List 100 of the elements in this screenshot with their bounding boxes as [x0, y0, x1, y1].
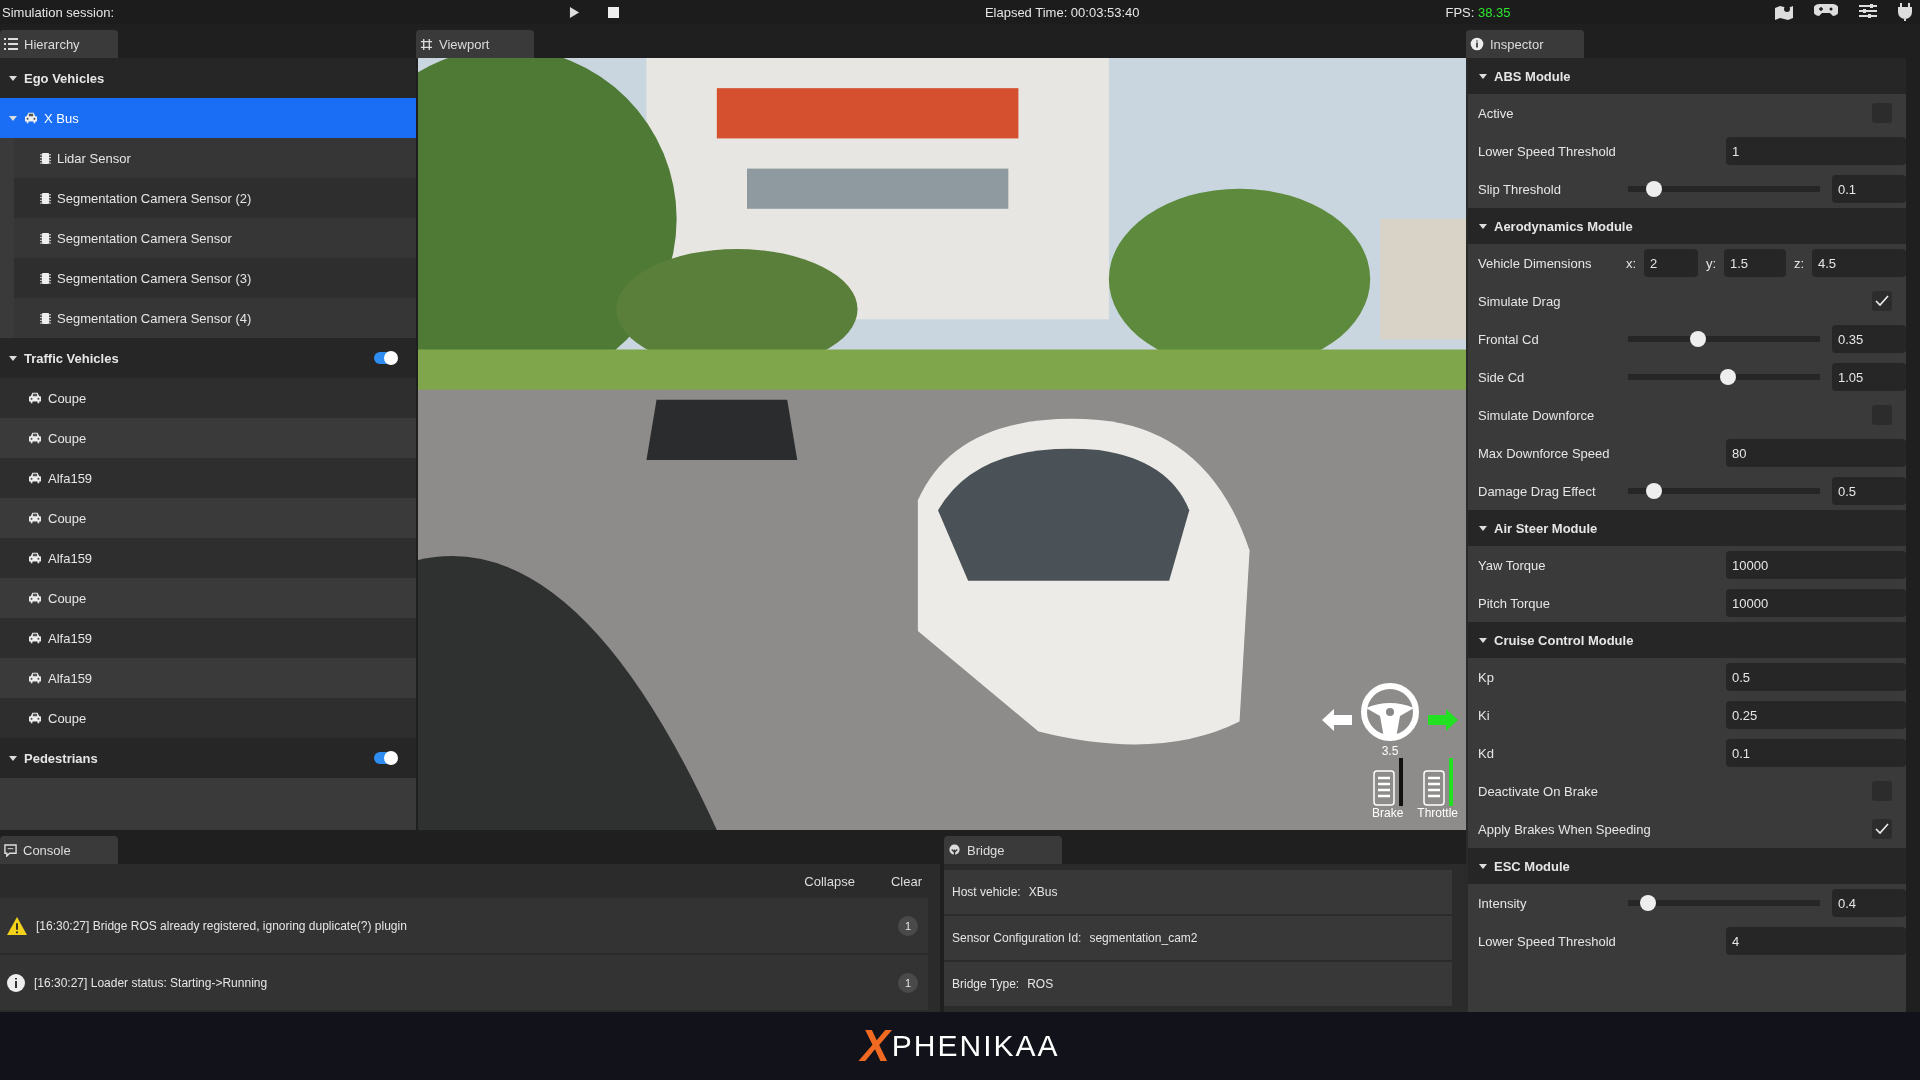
console-tab[interactable]: Console [0, 836, 118, 864]
number-field[interactable]: 4 [1726, 927, 1906, 955]
property-label: Pitch Torque [1478, 595, 1552, 611]
section-title[interactable]: ESC Module [1494, 858, 1570, 874]
number-field[interactable]: 1.5 [1724, 249, 1786, 277]
viewport-tab[interactable]: Viewport [416, 30, 534, 58]
caret-icon[interactable] [1478, 861, 1488, 871]
toggle-switch[interactable] [374, 752, 396, 764]
property-label: Simulate Drag [1478, 293, 1562, 309]
caret-icon[interactable] [8, 353, 18, 363]
slider-thumb[interactable] [1645, 483, 1662, 499]
tree-item[interactable]: Alfa159 [0, 458, 416, 498]
axis-label: z: [1792, 255, 1806, 271]
chip-icon [40, 151, 51, 165]
car-icon [24, 112, 38, 124]
slider-thumb[interactable] [1640, 895, 1657, 911]
axis-label: y: [1704, 255, 1718, 271]
play-icon[interactable] [569, 5, 581, 19]
caret-icon[interactable] [1478, 635, 1488, 645]
count-badge: 1 [898, 972, 918, 993]
toggle-switch[interactable] [374, 352, 396, 364]
slider-thumb[interactable] [1689, 331, 1706, 347]
number-field[interactable]: 2 [1644, 249, 1698, 277]
caret-icon[interactable] [1478, 221, 1488, 231]
tree-item[interactable]: Alfa159 [0, 618, 416, 658]
checkbox[interactable] [1872, 819, 1892, 839]
info-icon [6, 972, 26, 993]
gamepad-icon[interactable] [1814, 3, 1838, 17]
tree-item[interactable]: X Bus [0, 98, 416, 138]
property-label: Kp [1478, 669, 1495, 685]
field-value: segmentation_cam2 [1089, 931, 1198, 945]
bridge-tab[interactable]: Bridge [944, 836, 1062, 864]
caret-icon[interactable] [1478, 523, 1488, 533]
log-message: [16:30:27] Loader status: Starting->Running [34, 975, 269, 990]
property-label: Lower Speed Threshold [1478, 933, 1617, 949]
number-field[interactable]: 10000 [1726, 551, 1906, 579]
count-badge: 1 [898, 915, 918, 936]
car-icon [28, 392, 42, 404]
section-title[interactable]: Aerodynamics Module [1494, 218, 1633, 234]
number-field[interactable]: 0.1 [1726, 739, 1906, 767]
steering-value: 3.5 [1381, 744, 1399, 758]
property-label: Ki [1478, 707, 1491, 723]
caret-icon[interactable] [1478, 71, 1488, 81]
brake-pedal-icon [1372, 770, 1395, 806]
tree-item[interactable]: Coupe [0, 698, 416, 738]
list-icon [4, 38, 18, 50]
number-field[interactable]: 0.4 [1832, 889, 1906, 917]
property-label: Lower Speed Threshold [1478, 143, 1617, 159]
axis-label: x: [1624, 255, 1638, 271]
property-label: Vehicle Dimensions [1478, 255, 1593, 271]
logo-wordmark: PHENIKAA [891, 1029, 1060, 1063]
plug-icon[interactable] [1898, 3, 1912, 21]
number-field[interactable]: 1 [1726, 137, 1906, 165]
inspector-tab[interactable]: Inspector [1466, 30, 1584, 58]
property-label: Slip Threshold [1478, 181, 1562, 197]
hierarchy-tab[interactable]: Hierarchy [0, 30, 118, 58]
caret-icon[interactable] [8, 73, 18, 83]
number-field[interactable]: 0.1 [1832, 175, 1906, 203]
tree-item[interactable]: Segmentation Camera Sensor (4) [14, 298, 416, 338]
number-field[interactable]: 0.35 [1832, 325, 1906, 353]
property-label: Max Downforce Speed [1478, 445, 1611, 461]
caret-icon[interactable] [8, 753, 18, 763]
property-label: Yaw Torque [1478, 557, 1547, 573]
number-field[interactable]: 4.5 [1812, 249, 1906, 277]
console-button[interactable]: Collapse [786, 864, 873, 898]
section-title[interactable]: ABS Module [1494, 68, 1571, 84]
car-icon [28, 552, 42, 564]
chat-icon [4, 843, 17, 857]
car-icon [28, 512, 42, 524]
number-field[interactable]: 80 [1726, 439, 1906, 467]
car-icon [28, 672, 42, 684]
tree-item[interactable]: Segmentation Camera Sensor (3) [14, 258, 416, 298]
settings-icon[interactable] [1858, 3, 1878, 19]
number-field[interactable]: 0.25 [1726, 701, 1906, 729]
slider-thumb[interactable] [1645, 181, 1662, 197]
number-field[interactable]: 0.5 [1726, 663, 1906, 691]
property-label: Intensity [1478, 895, 1528, 911]
tree-item[interactable]: Coupe [0, 378, 416, 418]
tree-item[interactable]: Lidar Sensor [14, 138, 416, 178]
section-title[interactable]: Air Steer Module [1494, 520, 1598, 536]
property-label: Deactivate On Brake [1478, 783, 1599, 799]
car-icon [28, 632, 42, 644]
pedal-label: Brake [1371, 806, 1404, 820]
console-button[interactable]: Clear [872, 864, 940, 898]
info-icon [1470, 37, 1484, 51]
tree-item[interactable]: Segmentation Camera Sensor [14, 218, 416, 258]
tree-item[interactable]: Segmentation Camera Sensor (2) [14, 178, 416, 218]
throttle-pedal-icon [1422, 770, 1445, 806]
checkbox[interactable] [1872, 291, 1892, 311]
section-title[interactable]: Cruise Control Module [1494, 632, 1634, 648]
tree-item[interactable]: Alfa159 [0, 538, 416, 578]
slider-thumb[interactable] [1719, 369, 1736, 385]
number-field[interactable]: 0.5 [1832, 477, 1906, 505]
map-icon[interactable] [1774, 3, 1794, 21]
warning-icon [6, 915, 28, 936]
car-icon [28, 592, 42, 604]
number-field[interactable]: 1.05 [1832, 363, 1906, 391]
number-field[interactable]: 10000 [1726, 589, 1906, 617]
steering-wheel-icon [1360, 682, 1420, 742]
stop-icon[interactable] [608, 6, 620, 18]
